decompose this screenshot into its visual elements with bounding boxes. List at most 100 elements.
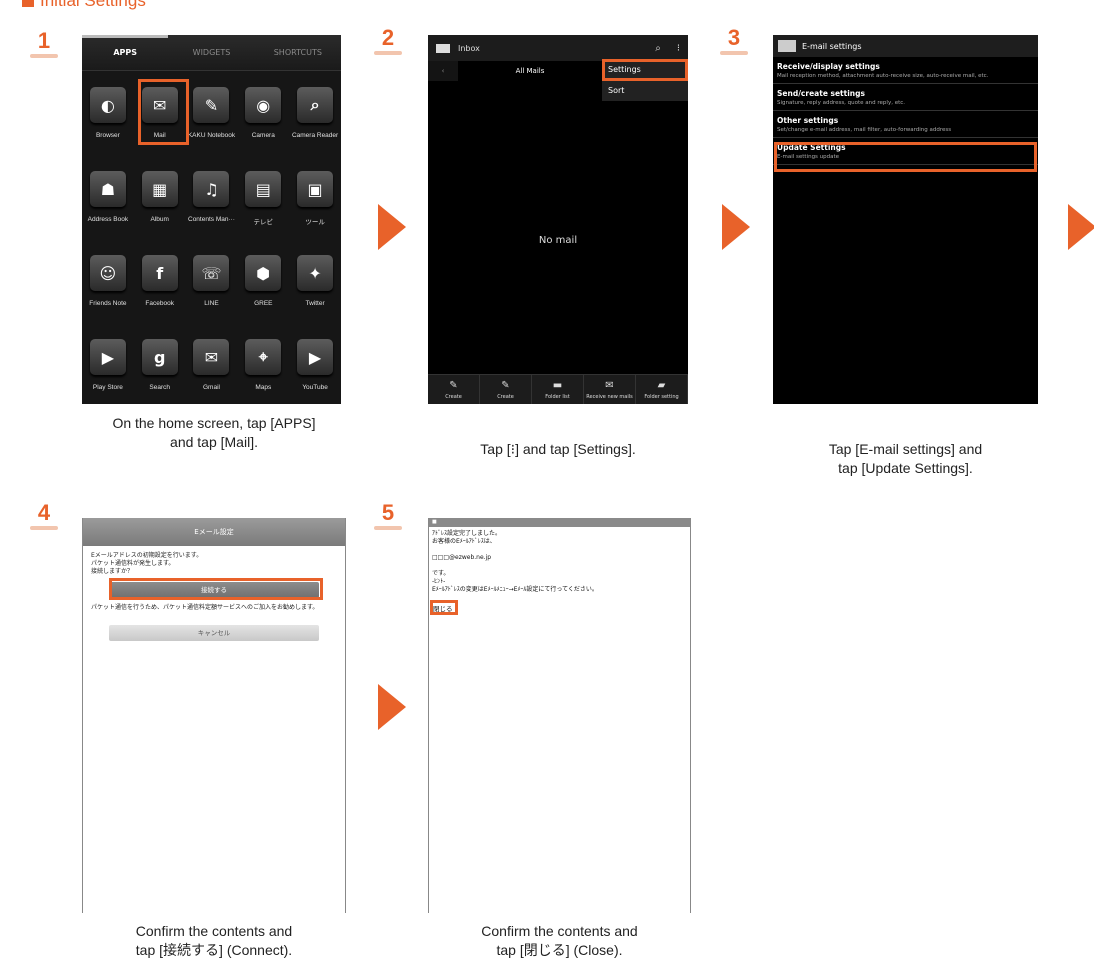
app-icon: ✉ [193, 339, 230, 375]
app-item[interactable]: f Facebook [134, 247, 186, 329]
tab-apps[interactable]: APPS [82, 35, 169, 70]
item-desc: Set/change e-mail address, mail filter, … [777, 127, 952, 133]
create-icon: ✎ [449, 379, 458, 391]
menu-item-sort[interactable]: Sort [602, 80, 688, 101]
app-icon: ◐ [89, 87, 126, 123]
app-label: Camera [251, 132, 275, 139]
app-label: KAKU Notebook [187, 132, 236, 139]
caption-line: Confirm the contents and [481, 923, 638, 939]
tab-shortcuts[interactable]: SHORTCUTS [255, 35, 341, 70]
step-1-caption: On the home screen, tap [APPS] and tap [… [82, 414, 346, 452]
next-arrow-icon [378, 204, 406, 250]
inbox-title[interactable]: Inbox [458, 44, 480, 53]
folder-setting-button[interactable]: ▰ Folder setting [636, 375, 688, 404]
app-item[interactable]: ▶ Play Store [82, 331, 134, 404]
app-item[interactable]: g Search [134, 331, 186, 404]
app-item[interactable]: ✦ Twitter [289, 247, 341, 329]
button-label: Create [445, 393, 462, 400]
other-settings-item[interactable]: Other settings Set/change e-mail address… [773, 111, 1038, 138]
setup-complete-screen: ■ ｱﾄﾞﾚｽ設定完了しました。 お客様のEﾒｰﾙｱﾄﾞﾚｽは、 □□□@ezw… [428, 518, 691, 913]
email-settings-header: E-mail settings [773, 35, 1038, 57]
overflow-menu-icon[interactable]: ⁝ [677, 43, 680, 54]
step-5-caption: Confirm the contents and tap [閉じる] (Clos… [428, 922, 691, 960]
app-icon: ☏ [193, 255, 230, 291]
tab-widgets[interactable]: WIDGETS [168, 35, 254, 70]
status-bar: ■ [429, 518, 690, 527]
bottom-toolbar: ✎ Create ✎ Create ▬ Folder list ✉ Receive ne… [428, 374, 688, 404]
message-line: ｱﾄﾞﾚｽ設定完了しました。 [432, 530, 502, 537]
app-item[interactable]: ☺ Friends Note [82, 247, 134, 329]
tab-all-mails[interactable]: All Mails [458, 61, 602, 81]
create-decorated-button[interactable]: ✎ Create [480, 375, 532, 404]
create-button[interactable]: ✎ Create [428, 375, 480, 404]
app-icon: ☺ [89, 255, 126, 291]
home-screen-apps: APPS WIDGETS SHORTCUTS ◐ Browser ✉ Mail ✎ KAK… [82, 35, 341, 404]
back-chevron-icon[interactable]: ‹ [428, 67, 458, 75]
search-icon[interactable]: ⌕ [655, 43, 661, 54]
step-3-caption: Tap [E-mail settings] and tap [Update Se… [773, 440, 1038, 478]
email-address: □□□@ezweb.ne.jp [432, 554, 492, 561]
send-create-settings-item[interactable]: Send/create settings Signature, reply ad… [773, 84, 1038, 111]
app-label: Camera Reader [291, 132, 339, 139]
app-item[interactable]: ⌕ Camera Reader [289, 79, 341, 161]
step-4-caption: Confirm the contents and tap [接続する] (Con… [82, 922, 346, 960]
lock-icon: ■ [432, 519, 437, 525]
button-label: Create [497, 393, 514, 400]
app-icon: f [141, 255, 178, 291]
message-line: -ﾋﾝﾄ- [432, 578, 446, 585]
message-line: Eメールアドレスの初期設定を行います。 [91, 552, 203, 559]
app-label: Friends Note [89, 300, 127, 307]
app-label: テレビ [253, 219, 274, 226]
caption-line: Tap [E-mail settings] and [828, 441, 983, 457]
item-desc: Signature, reply address, quote and repl… [777, 100, 906, 106]
app-item[interactable]: ◐ Browser [82, 79, 134, 161]
app-item[interactable]: ☏ LINE [186, 247, 238, 329]
app-label: GREE [254, 300, 273, 307]
app-icon: ⌖ [245, 339, 282, 375]
cancel-button[interactable]: キャンセル [109, 625, 319, 641]
step-5-number: 5 [370, 500, 406, 530]
receive-icon: ✉ [605, 379, 614, 391]
app-item[interactable]: ▦ Album [134, 163, 186, 245]
app-item[interactable]: ✎ KAKU Notebook [186, 79, 238, 161]
app-item[interactable]: ✉ Gmail [186, 331, 238, 404]
email-setup-title: Eメール設定 [83, 518, 345, 546]
app-icon: ▶ [297, 339, 334, 375]
message-line: です。 [432, 570, 450, 577]
folder-list-button[interactable]: ▬ Folder list [532, 375, 584, 404]
app-item[interactable]: ◉ Camera [237, 79, 289, 161]
app-label: Search [149, 384, 170, 391]
step-4-number: 4 [26, 500, 62, 530]
app-item[interactable]: ▣ ツール [289, 163, 341, 245]
caption-line: tap [Update Settings]. [838, 460, 973, 476]
mail-highlight [138, 79, 189, 145]
item-title: Send/create settings [777, 89, 865, 98]
app-item[interactable]: ⌖ Maps [237, 331, 289, 404]
app-icon: ✎ [193, 87, 230, 123]
app-icon: ☗ [89, 171, 126, 207]
app-label: Gmail [203, 384, 220, 391]
inbox-action-bar: Inbox ⌕ ⁝ [428, 35, 688, 61]
caption-line: and tap [Mail]. [170, 434, 258, 450]
caption-line: Tap [⁝] and tap [Settings]. [480, 441, 636, 457]
settings-highlight [602, 59, 688, 81]
update-settings-highlight [774, 142, 1037, 172]
app-label: Play Store [92, 384, 123, 391]
message-line: Eﾒｰﾙｱﾄﾞﾚｽの変更はEﾒｰﾙﾒﾆｭｰ→Eﾒｰﾙ設定にて行ってください。 [432, 586, 598, 593]
app-icon: ⌕ [297, 87, 334, 123]
message-line: お客様のEﾒｰﾙｱﾄﾞﾚｽは、 [432, 538, 496, 545]
app-label: Album [150, 216, 169, 223]
receive-mails-button[interactable]: ✉ Receive new mails [584, 375, 636, 404]
app-icon: ▦ [141, 171, 178, 207]
app-item[interactable]: ▶ YouTube [289, 331, 341, 404]
section-title-text: Initial Settings [40, 0, 146, 10]
app-item[interactable]: ♫ Contents Man··· [186, 163, 238, 245]
receive-display-settings-item[interactable]: Receive/display settings Mail reception … [773, 57, 1038, 84]
app-label: LINE [204, 300, 219, 307]
app-item[interactable]: ☗ Address Book [82, 163, 134, 245]
section-title: Initial Settings [22, 0, 146, 11]
app-label: Address Book [87, 216, 129, 223]
app-item[interactable]: ⬢ GREE [237, 247, 289, 329]
app-item[interactable]: ▤ テレビ [237, 163, 289, 245]
